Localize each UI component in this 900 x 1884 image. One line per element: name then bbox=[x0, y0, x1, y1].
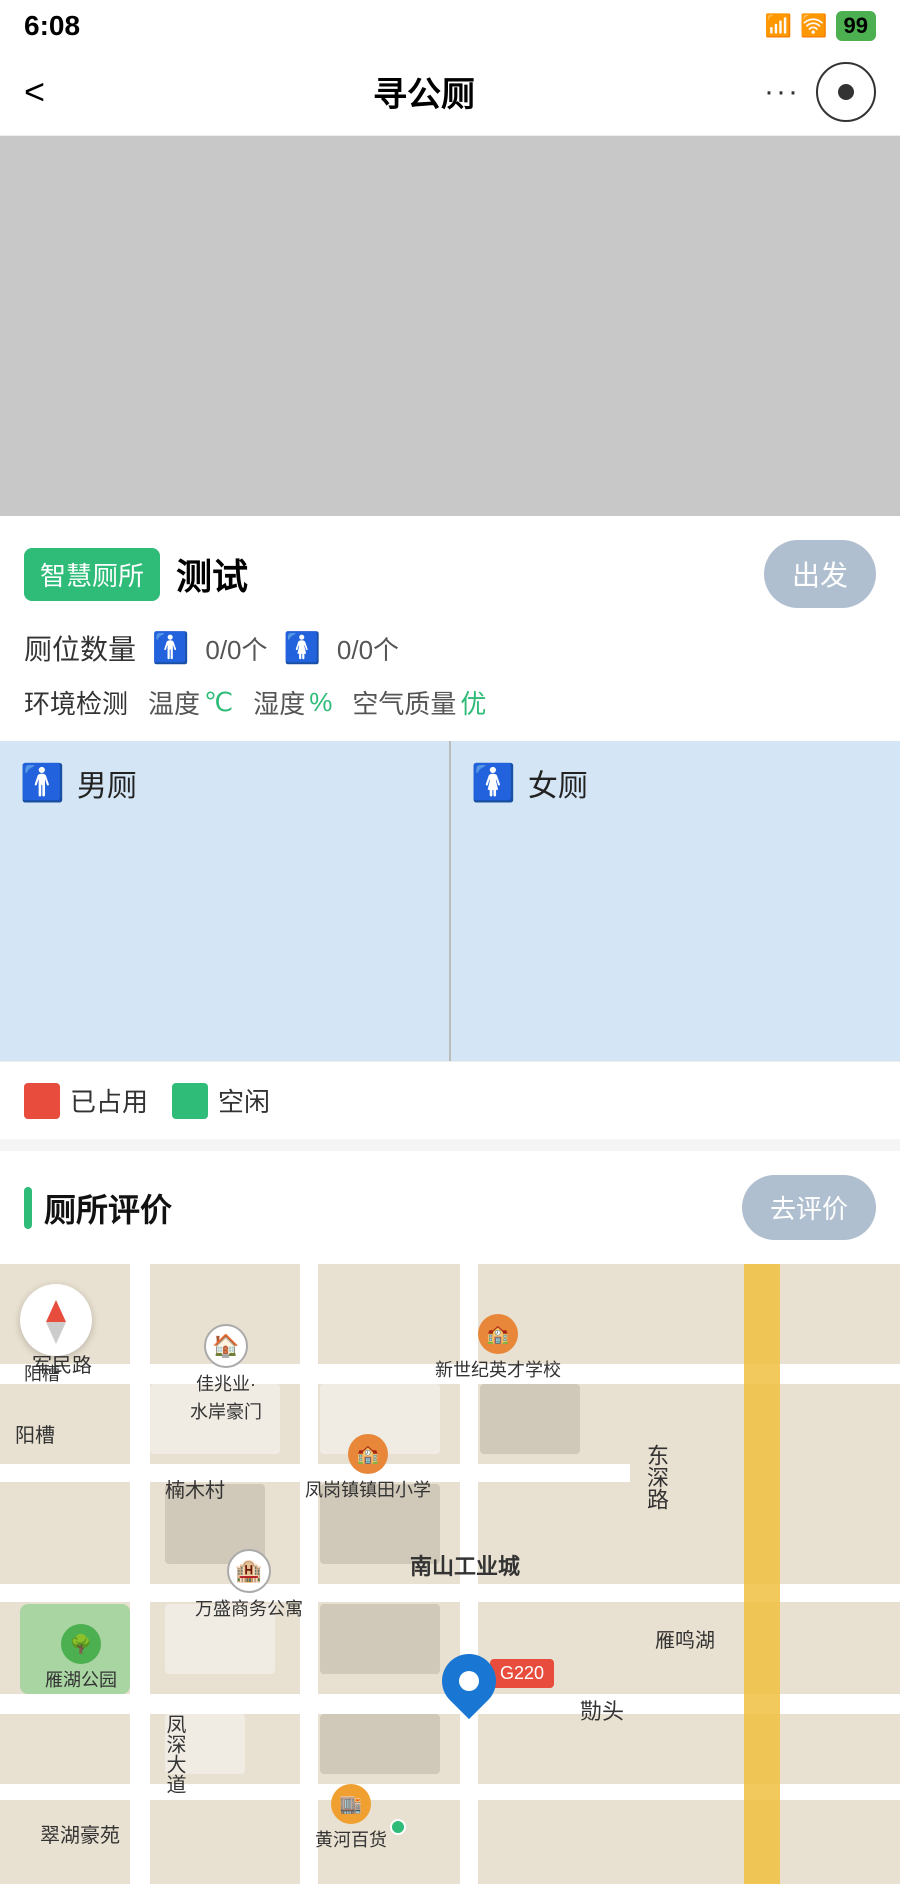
poi-park: 🌳 雁湖公园 bbox=[45, 1624, 117, 1692]
review-section: 厕所评价 去评价 bbox=[0, 1151, 900, 1264]
battery-badge: 99 bbox=[836, 11, 876, 41]
occupied-icon bbox=[24, 1083, 60, 1119]
poi-school2: 🏫 凤岗镇镇田小学 bbox=[305, 1434, 431, 1502]
wifi-icon: 🛜 bbox=[800, 13, 827, 39]
female-stall-count: 0/0个 bbox=[337, 630, 399, 667]
air-item: 空气质量 优 bbox=[352, 684, 486, 721]
page-title: 寻公厕 bbox=[373, 67, 475, 116]
female-stalls-section: 🚺 女厕 bbox=[451, 741, 900, 1061]
info-card: 智慧厕所 测试 出发 厕位数量 🚹 0/0个 🚺 0/0个 环境检测 温度 ℃ … bbox=[0, 516, 900, 741]
block-8 bbox=[320, 1714, 440, 1774]
air-value: 优 bbox=[460, 684, 486, 721]
compass-icon bbox=[42, 1300, 70, 1340]
review-bar-icon bbox=[24, 1187, 32, 1229]
smart-badge: 智慧厕所 bbox=[24, 548, 160, 601]
compass-top bbox=[46, 1300, 66, 1322]
female-person-icon: 🚺 bbox=[471, 762, 516, 804]
map-label-fengsheng: 凤深大道 bbox=[160, 1714, 189, 1794]
map-label-jietou: 勚头 bbox=[580, 1694, 624, 1726]
env-label: 环境检测 bbox=[24, 684, 128, 721]
map-section[interactable]: 🏠 佳兆业· 水岸豪门 🏫 新世纪英才学校 🏫 凤岗镇镇田小学 🏨 万盛商务公寓… bbox=[0, 1264, 900, 1884]
compass[interactable] bbox=[20, 1284, 92, 1356]
compass-bottom bbox=[46, 1322, 66, 1344]
nav-actions: ··· bbox=[764, 62, 876, 122]
signal-icon: 📶 bbox=[765, 13, 792, 39]
map-placeholder bbox=[0, 136, 900, 516]
hum-item: 湿度 % bbox=[253, 684, 332, 721]
male-stall-count: 0/0个 bbox=[205, 630, 267, 667]
stall-count-label: 厕位数量 bbox=[24, 628, 136, 668]
pin-dot bbox=[459, 1671, 479, 1691]
back-button[interactable]: < bbox=[24, 71, 84, 113]
map-label-dongshen: 东深路 bbox=[640, 1444, 672, 1510]
road-v1 bbox=[130, 1264, 150, 1884]
nav-bar: < 寻公厕 ··· bbox=[0, 48, 900, 136]
status-icons: 📶 🛜 99 bbox=[765, 11, 876, 41]
air-label: 空气质量 bbox=[352, 684, 456, 721]
stall-row: 厕位数量 🚹 0/0个 🚺 0/0个 bbox=[24, 628, 876, 668]
poi-jiazhaoyue: 🏠 佳兆业· 水岸豪门 bbox=[190, 1324, 262, 1424]
status-bar: 6:08 📶 🛜 99 bbox=[0, 0, 900, 48]
green-dot bbox=[390, 1819, 406, 1835]
yellow-road bbox=[744, 1264, 780, 1884]
male-stalls-header: 🚹 男厕 bbox=[20, 761, 429, 805]
free-icon bbox=[172, 1083, 208, 1119]
depart-button[interactable]: 出发 bbox=[764, 540, 876, 608]
hum-unit: % bbox=[309, 687, 332, 718]
temp-item: 温度 ℃ bbox=[148, 684, 233, 721]
target-dot-icon bbox=[838, 84, 854, 100]
poi-huanghe: 🏬 黄河百货 bbox=[315, 1784, 387, 1852]
review-title: 厕所评价 bbox=[44, 1185, 172, 1231]
poi-apartment: 🏨 万盛商务公寓 bbox=[195, 1549, 303, 1621]
occupied-legend: 已占用 bbox=[24, 1082, 148, 1119]
env-row: 环境检测 温度 ℃ 湿度 % 空气质量 优 bbox=[24, 684, 876, 741]
info-top-row: 智慧厕所 测试 出发 bbox=[24, 540, 876, 608]
temp-label: 温度 bbox=[148, 684, 200, 721]
road-badge-g220: G220 bbox=[490, 1659, 554, 1688]
free-label: 空闲 bbox=[218, 1082, 270, 1119]
male-stalls-label: 男厕 bbox=[77, 761, 137, 805]
poi-industrial: 南山工业城 bbox=[410, 1549, 520, 1581]
hum-label: 湿度 bbox=[253, 684, 305, 721]
review-title-row: 厕所评价 bbox=[24, 1185, 172, 1231]
review-button[interactable]: 去评价 bbox=[742, 1175, 876, 1240]
compass-label: 阳槽 bbox=[24, 1360, 60, 1386]
male-stalls-section: 🚹 男厕 bbox=[0, 741, 451, 1061]
stalls-area: 🚹 男厕 🚺 女厕 bbox=[0, 741, 900, 1061]
info-top-left: 智慧厕所 测试 bbox=[24, 548, 248, 601]
map-label-nanmu: 楠木村 bbox=[165, 1474, 225, 1503]
map-label-cuihu: 翠湖豪苑 bbox=[40, 1819, 120, 1848]
poi-school1: 🏫 新世纪英才学校 bbox=[435, 1314, 561, 1382]
toilet-name: 测试 bbox=[176, 548, 248, 600]
female-stalls-header: 🚺 女厕 bbox=[471, 761, 880, 805]
occupied-label: 已占用 bbox=[70, 1082, 148, 1119]
male-icon: 🚹 bbox=[152, 631, 189, 666]
free-legend: 空闲 bbox=[172, 1082, 270, 1119]
block-5 bbox=[320, 1604, 440, 1674]
status-time: 6:08 bbox=[24, 10, 80, 42]
map-label-yanming: 雁鸣湖 bbox=[655, 1624, 715, 1653]
block-6 bbox=[480, 1384, 580, 1454]
more-button[interactable]: ··· bbox=[764, 75, 800, 109]
location-target-button[interactable] bbox=[816, 62, 876, 122]
female-icon: 🚺 bbox=[284, 631, 321, 666]
map-background: 🏠 佳兆业· 水岸豪门 🏫 新世纪英才学校 🏫 凤岗镇镇田小学 🏨 万盛商务公寓… bbox=[0, 1264, 900, 1884]
female-stalls-label: 女厕 bbox=[528, 761, 588, 805]
temp-unit: ℃ bbox=[204, 687, 233, 718]
main-location-pin bbox=[442, 1654, 496, 1708]
map-label-yangcao: 阳槽 bbox=[15, 1419, 55, 1448]
male-person-icon: 🚹 bbox=[20, 762, 65, 804]
legend-row: 已占用 空闲 bbox=[0, 1061, 900, 1139]
